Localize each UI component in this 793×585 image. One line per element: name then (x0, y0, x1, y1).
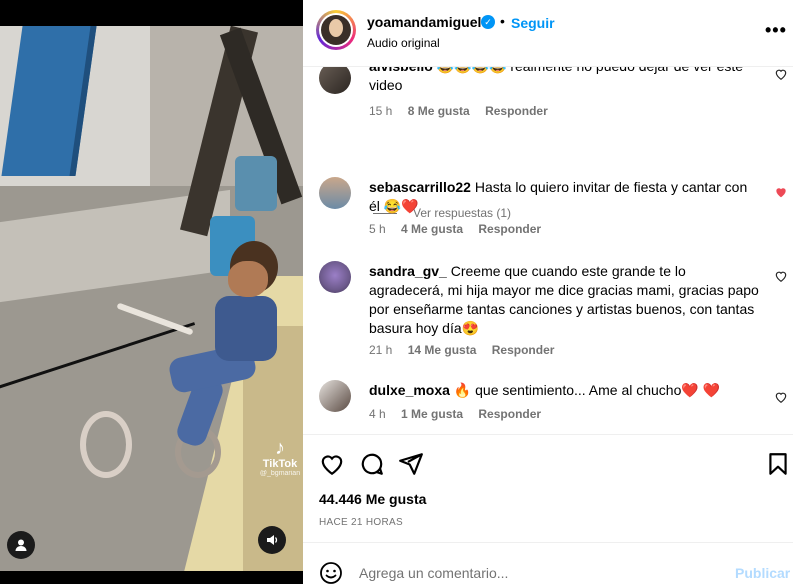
commenter-avatar[interactable] (319, 261, 351, 293)
comment-likes[interactable]: 4 Me gusta (401, 222, 463, 236)
more-options-icon[interactable]: ••• (765, 20, 787, 41)
comment-input[interactable] (359, 561, 709, 585)
comment-likes[interactable]: 14 Me gusta (408, 343, 477, 357)
post-header: yoamandamiguel ✓ • Seguir Audio original… (303, 0, 793, 67)
comment-body: dulxe_moxa 🔥 que sentimiento... Ame al c… (369, 381, 759, 400)
video-background (235, 156, 277, 211)
post-media[interactable]: ♪ TikTok @_bgmarian (0, 0, 303, 584)
like-comment-heart-icon[interactable] (774, 185, 788, 199)
post-timestamp: HACE 21 HORAS (319, 517, 403, 528)
likes-count[interactable]: 44.446 Me gusta (319, 491, 426, 507)
tiktok-icon: ♪ (275, 437, 285, 459)
tiktok-username: @_bgmarian (259, 470, 301, 477)
commenter-avatar[interactable] (319, 67, 351, 94)
comment-likes[interactable]: 8 Me gusta (408, 104, 470, 118)
verified-badge-icon: ✓ (481, 15, 495, 29)
emoji-icon[interactable] (319, 561, 343, 585)
video-frame[interactable] (0, 26, 303, 571)
commenter-avatar[interactable] (319, 177, 351, 209)
comment-likes[interactable]: 1 Me gusta (401, 407, 463, 421)
comment-composer: Publicar (303, 542, 793, 585)
tagged-users-button[interactable] (7, 531, 35, 559)
like-comment-heart-icon[interactable] (774, 269, 788, 283)
tiktok-watermark: ♪ TikTok @_bgmarian (258, 438, 302, 477)
bookmark-icon[interactable] (765, 451, 791, 477)
separator-dot: • (500, 13, 505, 29)
comment-body: sandra_gv_ Creeme que cuando este grande… (369, 262, 759, 338)
heart-icon[interactable] (319, 451, 345, 477)
comment-username[interactable]: sebascarrillo22 (369, 179, 471, 195)
comment-body: aivisbello 😂😂😂😂 realmente no puedo dejar… (369, 67, 759, 95)
comment-meta: 4 h 1 Me gusta Responder (369, 407, 553, 421)
comments-list[interactable]: aivisbello 😂😂😂😂 realmente no puedo dejar… (303, 67, 793, 434)
like-comment-heart-icon[interactable] (774, 390, 788, 404)
video-subject (215, 296, 277, 361)
sound-icon (267, 535, 278, 545)
follow-button[interactable]: Seguir (511, 15, 555, 31)
video-subject (228, 261, 268, 297)
comment-meta: 21 h 14 Me gusta Responder (369, 343, 566, 357)
mute-button[interactable] (258, 526, 286, 554)
reply-button[interactable]: Responder (478, 407, 541, 421)
comment-time: 15 h (369, 104, 393, 118)
comment-body: sebascarrillo22 Hasta lo quiero invitar … (369, 178, 759, 216)
share-icon[interactable] (398, 451, 424, 477)
tiktok-label: TikTok (262, 458, 298, 470)
post-actions: 44.446 Me gusta HACE 21 HORAS (303, 434, 793, 543)
video-background (80, 411, 132, 478)
comment-text: 🔥 que sentimiento... Ame al chucho❤️ ❤️ (453, 382, 721, 398)
comment-meta: 5 h 4 Me gusta Responder (369, 222, 553, 236)
author-username[interactable]: yoamandamiguel (367, 14, 481, 30)
comment-username[interactable]: dulxe_moxa (369, 382, 450, 398)
post-side-panel: yoamandamiguel ✓ • Seguir Audio original… (303, 0, 793, 585)
commenter-avatar[interactable] (319, 380, 351, 412)
comment-time: 5 h (369, 222, 386, 236)
author-avatar[interactable] (316, 10, 356, 50)
comment-meta: 15 h 8 Me gusta Responder (369, 104, 560, 118)
comment-time: 21 h (369, 343, 393, 357)
reply-button[interactable]: Responder (492, 343, 555, 357)
like-comment-heart-icon[interactable] (774, 67, 788, 81)
comment-icon[interactable] (359, 451, 385, 477)
reply-button[interactable]: Responder (485, 104, 548, 118)
comment-username[interactable]: aivisbello (369, 67, 433, 74)
publish-button[interactable]: Publicar (735, 565, 790, 581)
comment-time: 4 h (369, 407, 386, 421)
comment-username[interactable]: sandra_gv_ (369, 263, 447, 279)
audio-link[interactable]: Audio original (367, 36, 440, 50)
user-icon (15, 539, 27, 551)
reply-button[interactable]: Responder (478, 222, 541, 236)
